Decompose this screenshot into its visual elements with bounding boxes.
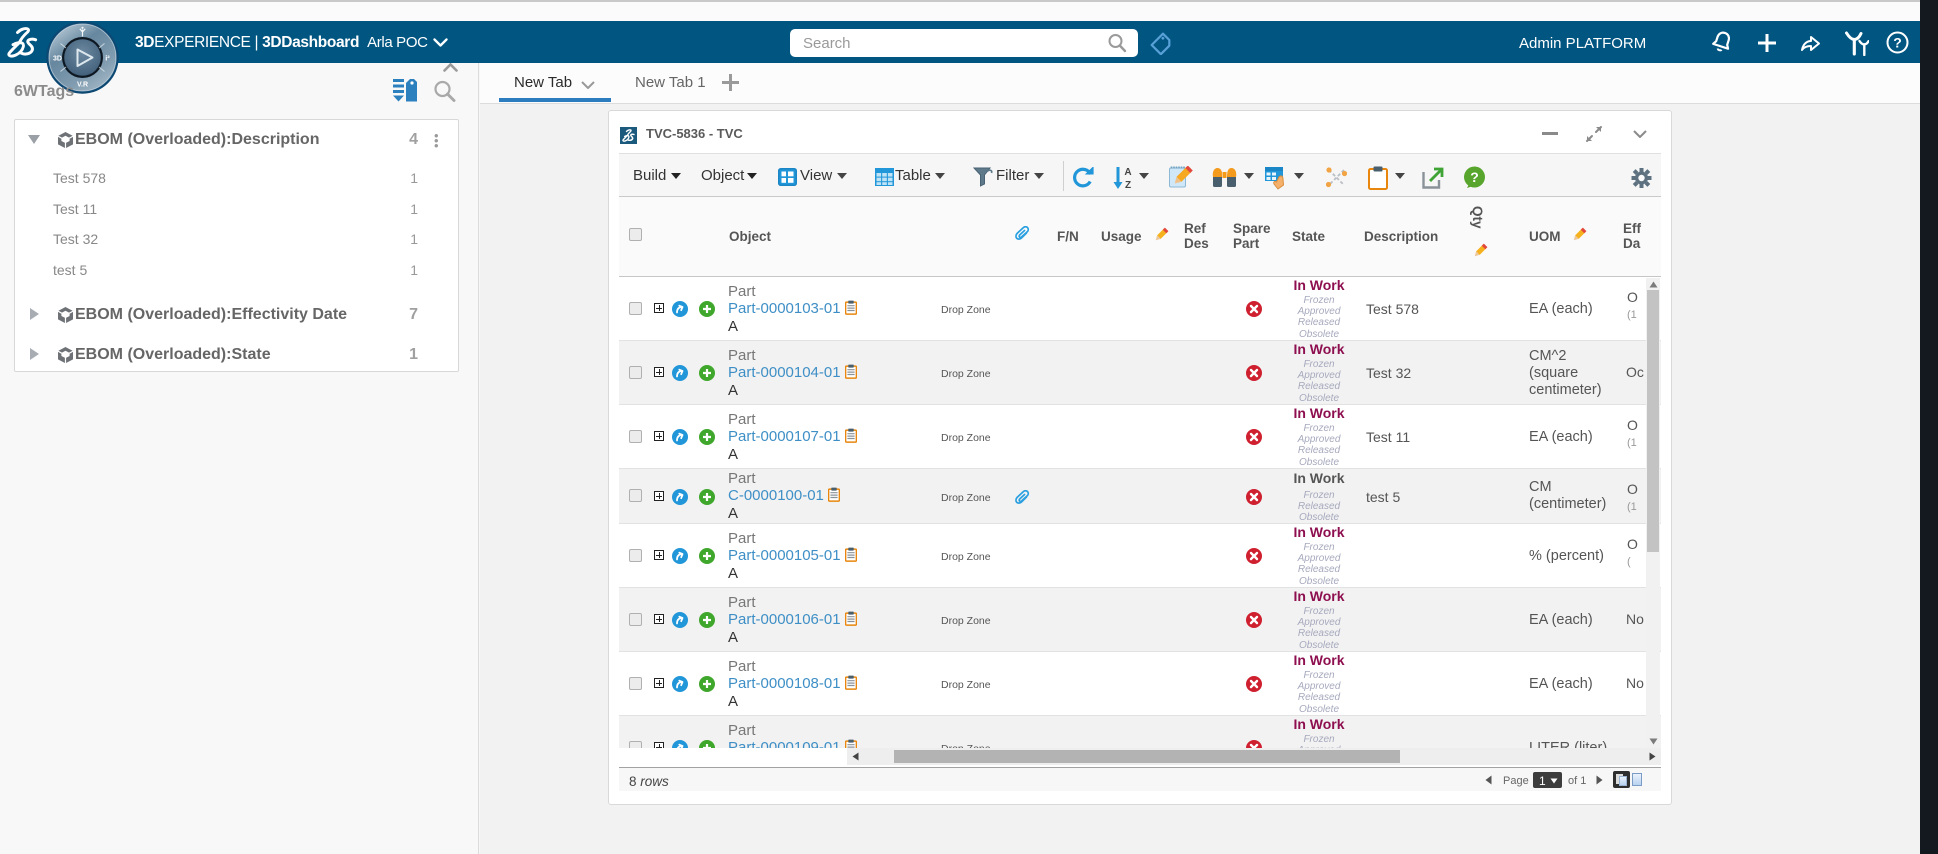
svg-text:V.R: V.R	[77, 82, 88, 89]
svg-text:Z: Z	[1125, 180, 1131, 190]
svg-text:3D: 3D	[53, 56, 62, 63]
svg-text:A: A	[1124, 167, 1131, 178]
svg-text:?: ?	[1893, 35, 1902, 51]
svg-text:?: ?	[1470, 169, 1479, 185]
svg-text:i²: i²	[105, 54, 110, 63]
